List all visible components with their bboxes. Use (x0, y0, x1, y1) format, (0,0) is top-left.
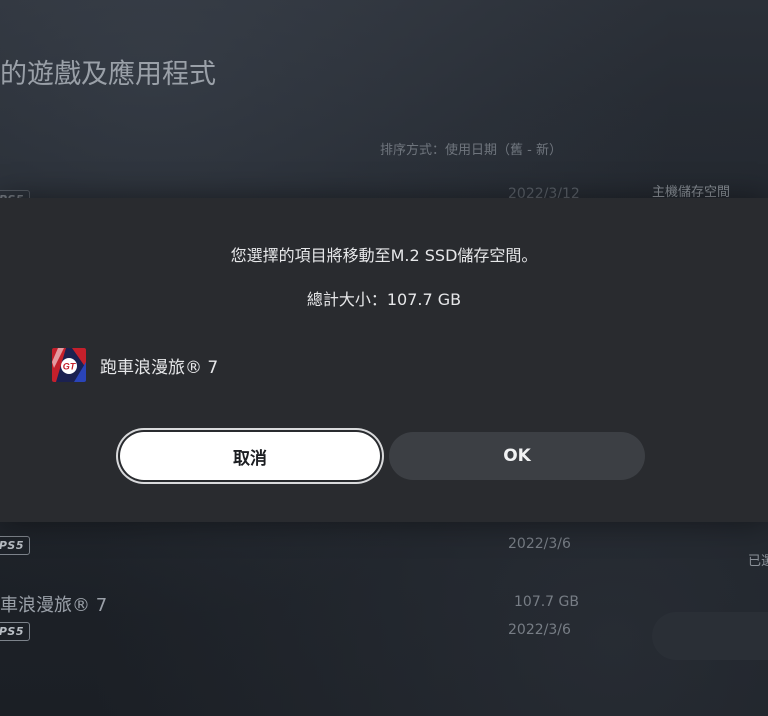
gran-turismo-7-icon: GT (52, 348, 86, 382)
cancel-button[interactable]: 取消 (120, 432, 380, 480)
dialog-message: 您選擇的項目將移動至M.2 SSD儲存空間。 (230, 246, 538, 265)
row-size: 107.7 GB (514, 594, 579, 610)
dialog-total-size: 總計大小：107.7 GB (306, 290, 462, 309)
sort-label[interactable]: 排序方式：使用日期（舊 - 新） (380, 139, 562, 158)
background-action-button[interactable] (652, 612, 768, 660)
dialog-item-name: 跑車浪漫旅® 7 (100, 357, 219, 378)
list-item-name[interactable]: 車浪漫旅® 7 (0, 591, 107, 617)
page-title: 的遊戲及應用程式 (0, 59, 216, 90)
ps5-badge: PS5 (0, 536, 30, 555)
ok-button[interactable]: OK (389, 432, 645, 480)
ps5-badge: PS5 (0, 622, 30, 641)
dialog-item: GT 跑車浪漫旅® 7 (52, 348, 218, 382)
selected-label: 已選 (748, 554, 768, 569)
row-date: 2022/3/6 (508, 622, 571, 638)
row-date: 2022/3/6 (508, 536, 571, 552)
move-confirm-dialog: 您選擇的項目將移動至M.2 SSD儲存空間。 總計大小：107.7 GB GT … (0, 198, 768, 522)
svg-text:GT: GT (63, 362, 77, 372)
